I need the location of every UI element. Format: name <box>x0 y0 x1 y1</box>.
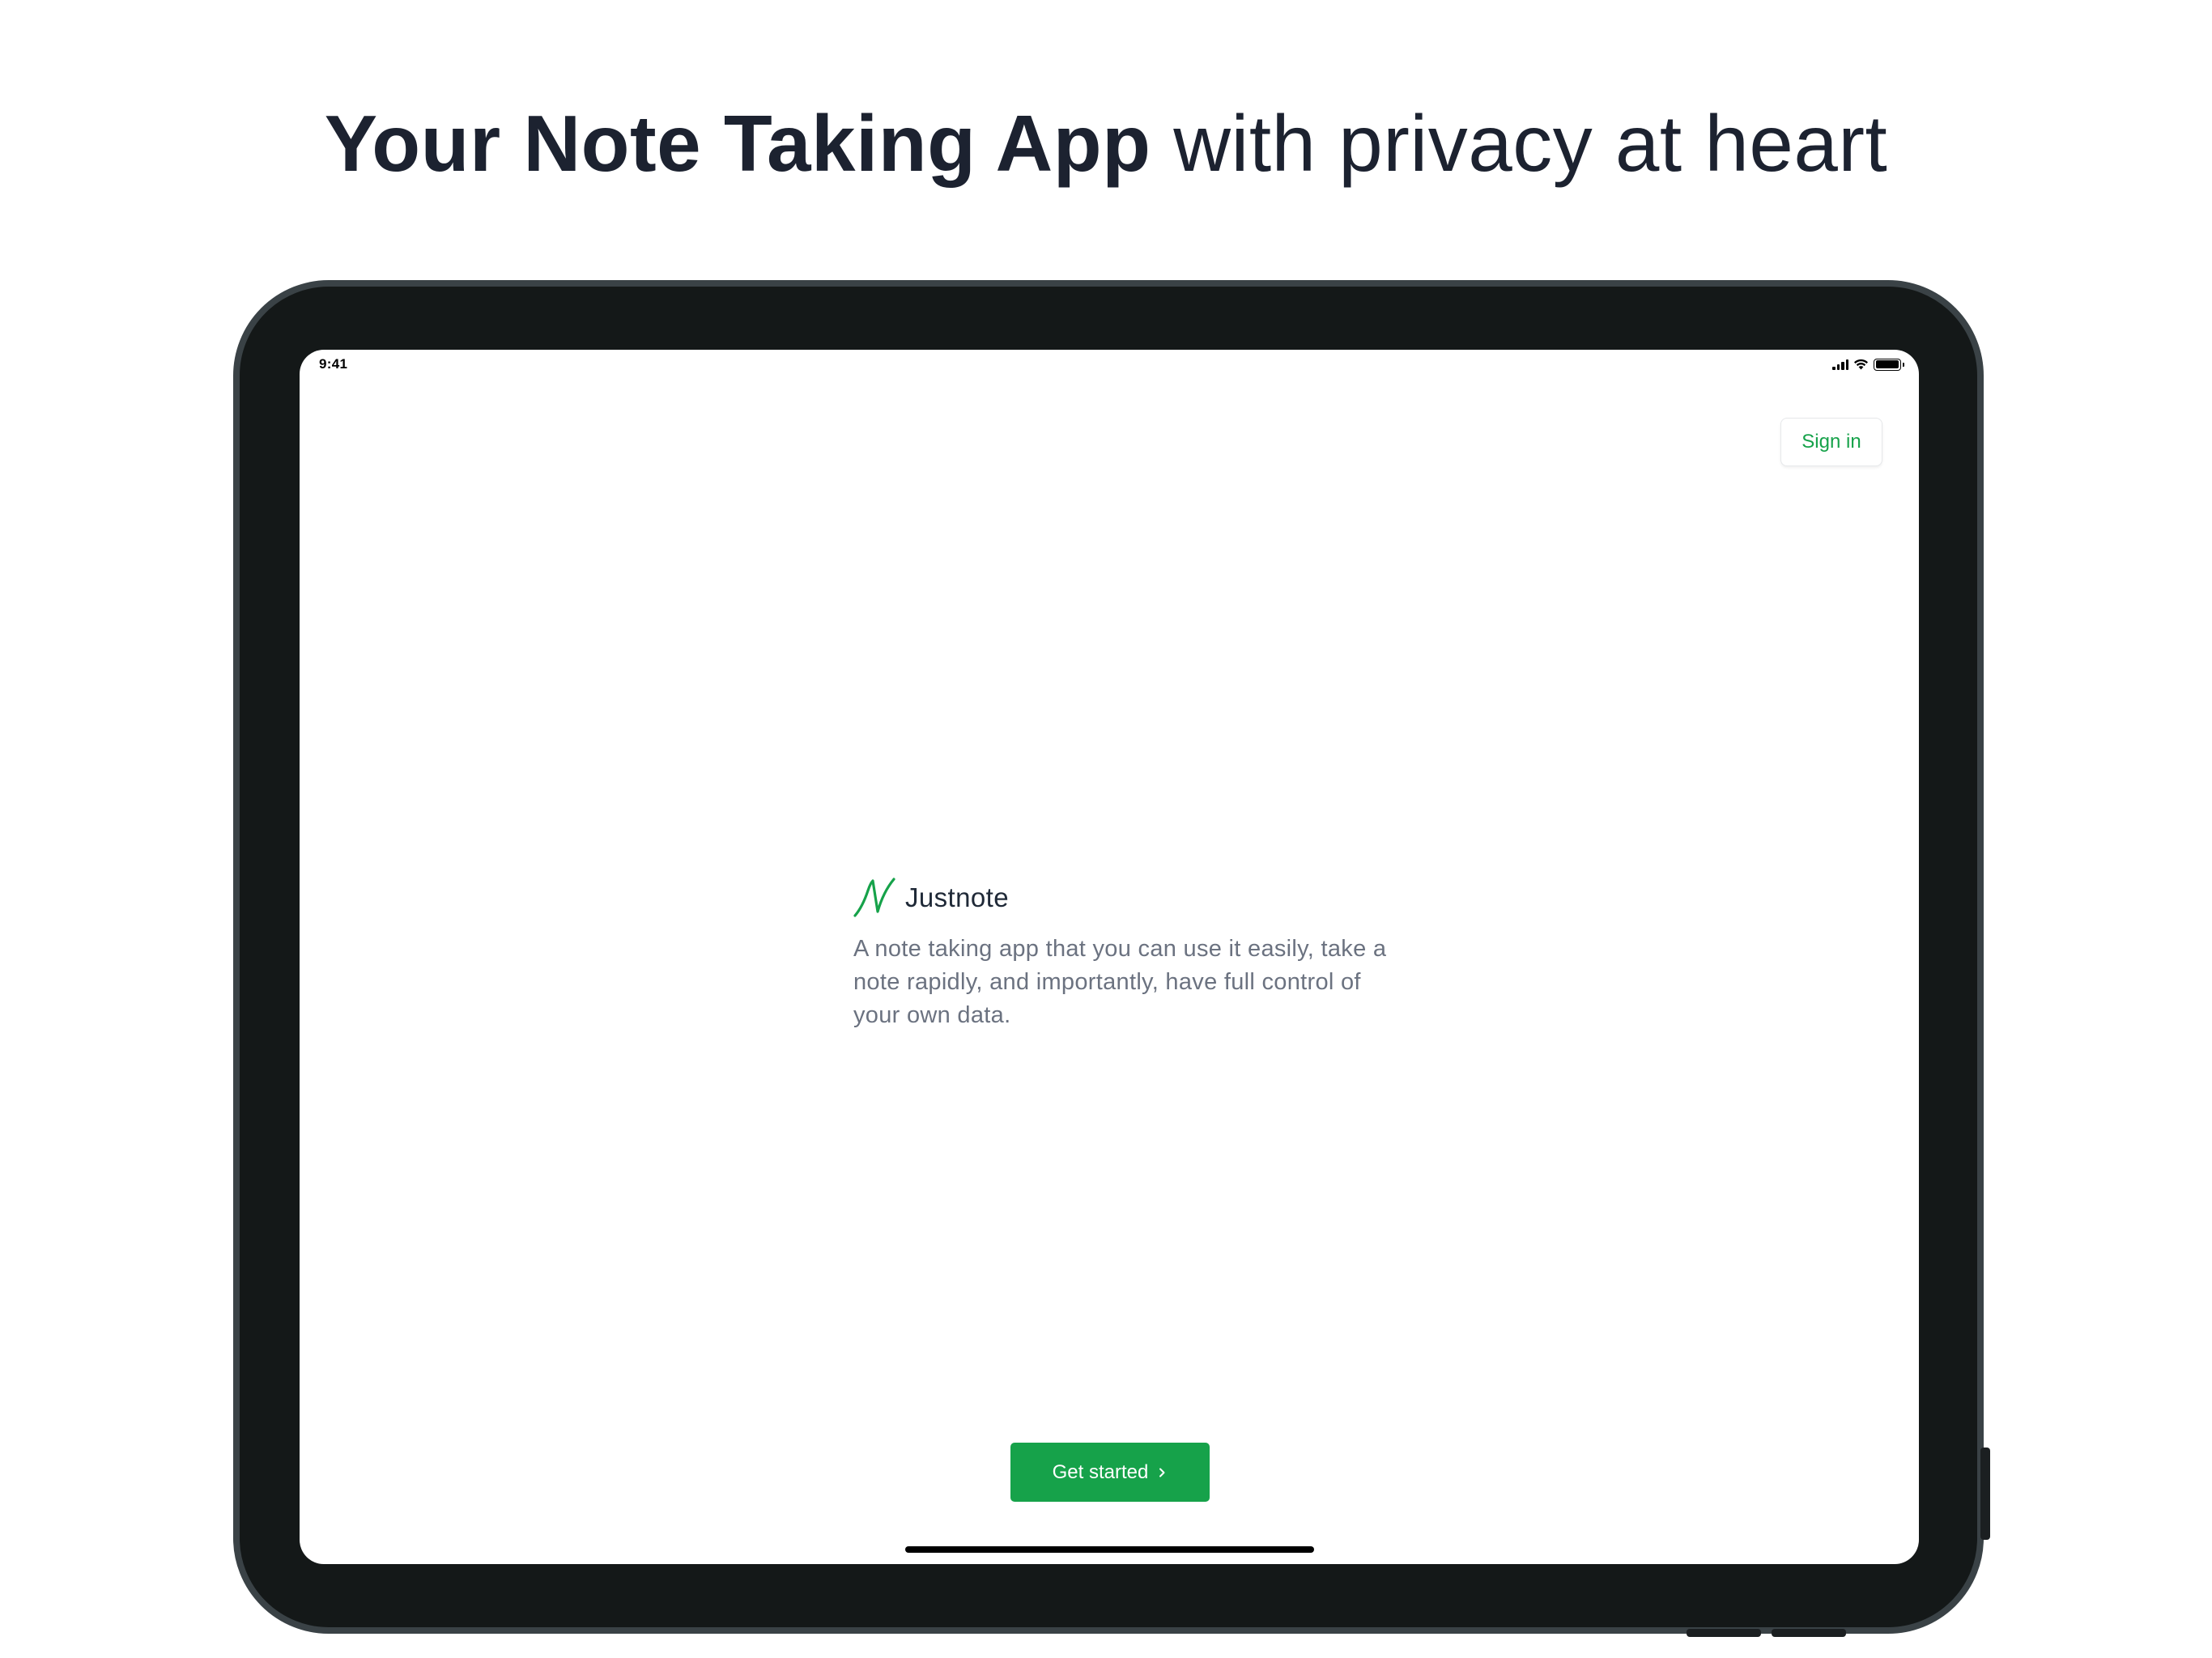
get-started-label: Get started <box>1052 1460 1149 1483</box>
device-volume-button <box>1772 1629 1846 1637</box>
status-time: 9:41 <box>319 356 348 372</box>
get-started-button[interactable]: Get started <box>1010 1443 1210 1502</box>
home-indicator <box>905 1546 1314 1553</box>
brand-name: Justnote <box>905 882 1009 912</box>
headline-bold: Your Note Taking App <box>324 99 1151 188</box>
brand: Justnote <box>853 876 1009 920</box>
sign-in-button[interactable]: Sign in <box>1780 418 1882 466</box>
device-screen: 9:41 Sign in Justnote A note taking app … <box>300 350 1919 1564</box>
chevron-right-icon <box>1156 1467 1168 1478</box>
battery-icon <box>1874 358 1904 371</box>
brand-description: A note taking app that you can use it ea… <box>853 936 1387 1028</box>
device-side-button <box>1980 1448 1990 1540</box>
justnote-logo-icon <box>853 878 895 917</box>
headline-rest: with privacy at heart <box>1173 99 1888 188</box>
signal-icon <box>1832 359 1848 370</box>
status-icons <box>1832 357 1904 372</box>
wifi-icon <box>1854 359 1868 370</box>
page-headline: Your Note Taking App with privacy at hea… <box>0 91 2212 196</box>
device-volume-button <box>1687 1629 1761 1637</box>
marketing-page: Your Note Taking App with privacy at hea… <box>0 0 2212 1658</box>
